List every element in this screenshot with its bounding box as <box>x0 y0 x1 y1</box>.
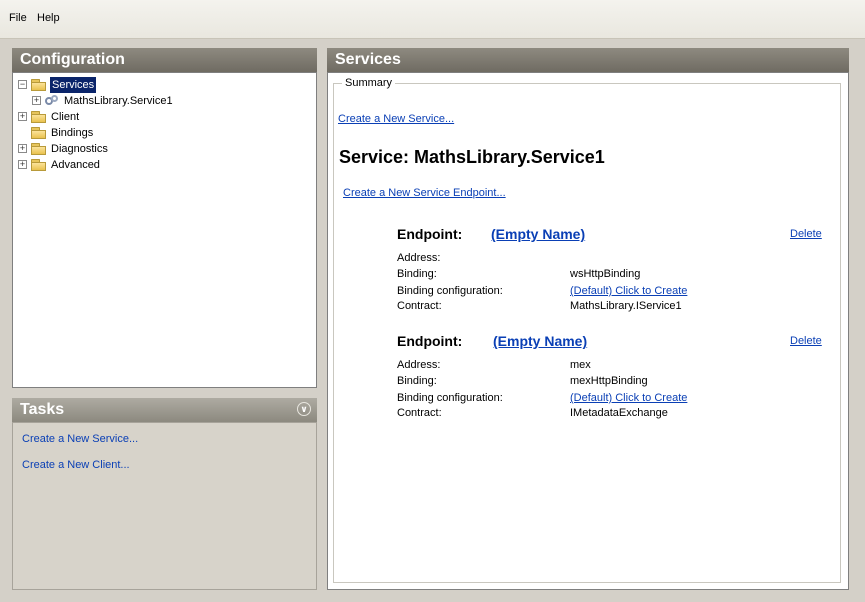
create-service-link[interactable]: Create a New Service... <box>338 113 454 125</box>
menu-bar: File Help <box>0 0 865 39</box>
folder-icon <box>31 143 47 155</box>
tasks-panel: Create a New Service... Create a New Cli… <box>12 422 317 590</box>
services-header: Services <box>327 48 849 72</box>
menu-help[interactable]: Help <box>37 12 60 24</box>
binding-label: Binding: <box>397 375 437 387</box>
folder-icon <box>31 127 47 139</box>
delete-endpoint-button[interactable]: Delete <box>790 228 822 240</box>
address-label: Address: <box>397 359 441 371</box>
tree-label-client[interactable]: Client <box>51 109 79 125</box>
folder-icon <box>31 159 47 171</box>
expand-icon[interactable]: + <box>18 160 27 169</box>
configuration-header: Configuration <box>12 48 317 72</box>
binding-label: Binding: <box>397 268 437 280</box>
tree-item-diagnostics[interactable]: + Diagnostics <box>13 141 313 157</box>
tree-label-advanced[interactable]: Advanced <box>51 157 100 173</box>
tree-item-advanced[interactable]: + Advanced <box>13 157 313 173</box>
contract-label: Contract: <box>397 407 442 419</box>
create-endpoint-link[interactable]: Create a New Service Endpoint... <box>343 187 506 199</box>
endpoint-label: Endpoint: <box>397 333 463 349</box>
configuration-title: Configuration <box>20 51 125 68</box>
expand-icon[interactable]: + <box>18 144 27 153</box>
task-create-client-link[interactable]: Create a New Client... <box>22 459 130 471</box>
tree-label-bindings[interactable]: Bindings <box>51 125 93 141</box>
summary-label: Summary <box>342 77 396 89</box>
binding-value: wsHttpBinding <box>570 268 641 280</box>
tree-label-service1[interactable]: MathsLibrary.Service1 <box>64 93 173 109</box>
menu-file[interactable]: File <box>9 12 27 24</box>
binding-config-link[interactable]: (Default) Click to Create <box>570 285 687 297</box>
endpoint-name-link[interactable]: (Empty Name) <box>493 333 587 349</box>
address-label: Address: <box>397 252 441 264</box>
endpoint-label: Endpoint: <box>397 226 463 242</box>
binding-config-label: Binding configuration: <box>397 392 503 404</box>
endpoint-name-link[interactable]: (Empty Name) <box>491 226 585 242</box>
folder-open-icon <box>31 79 47 91</box>
binding-value: mexHttpBinding <box>570 375 648 387</box>
tree-item-services[interactable]: − Services <box>13 77 313 93</box>
folder-icon <box>31 111 47 123</box>
tree-label-diagnostics[interactable]: Diagnostics <box>51 141 108 157</box>
tasks-header[interactable]: Tasks ∨ <box>12 398 317 422</box>
contract-label: Contract: <box>397 300 442 312</box>
collapse-icon[interactable]: − <box>18 80 27 89</box>
configuration-tree[interactable]: − Services + MathsLibrary.Service1 + Cli… <box>12 72 317 388</box>
expand-icon[interactable]: + <box>32 96 41 105</box>
expand-icon[interactable]: + <box>18 112 27 121</box>
tree-item-bindings[interactable]: Bindings <box>13 125 313 141</box>
contract-value: MathsLibrary.IService1 <box>570 300 682 312</box>
services-title: Services <box>335 51 401 68</box>
service-title: Service: MathsLibrary.Service1 <box>339 147 605 167</box>
service-gear-icon <box>45 95 59 107</box>
chevron-down-icon[interactable]: ∨ <box>297 402 311 416</box>
tree-item-service1[interactable]: + MathsLibrary.Service1 <box>13 93 313 109</box>
task-create-service-link[interactable]: Create a New Service... <box>22 433 138 445</box>
tree-label-services[interactable]: Services <box>50 77 97 93</box>
binding-config-link[interactable]: (Default) Click to Create <box>570 392 687 404</box>
address-value: mex <box>570 359 591 371</box>
tree-item-client[interactable]: + Client <box>13 109 313 125</box>
contract-value: IMetadataExchange <box>570 407 668 419</box>
delete-endpoint-button[interactable]: Delete <box>790 335 822 347</box>
tasks-title: Tasks <box>20 401 65 418</box>
binding-config-label: Binding configuration: <box>397 285 503 297</box>
